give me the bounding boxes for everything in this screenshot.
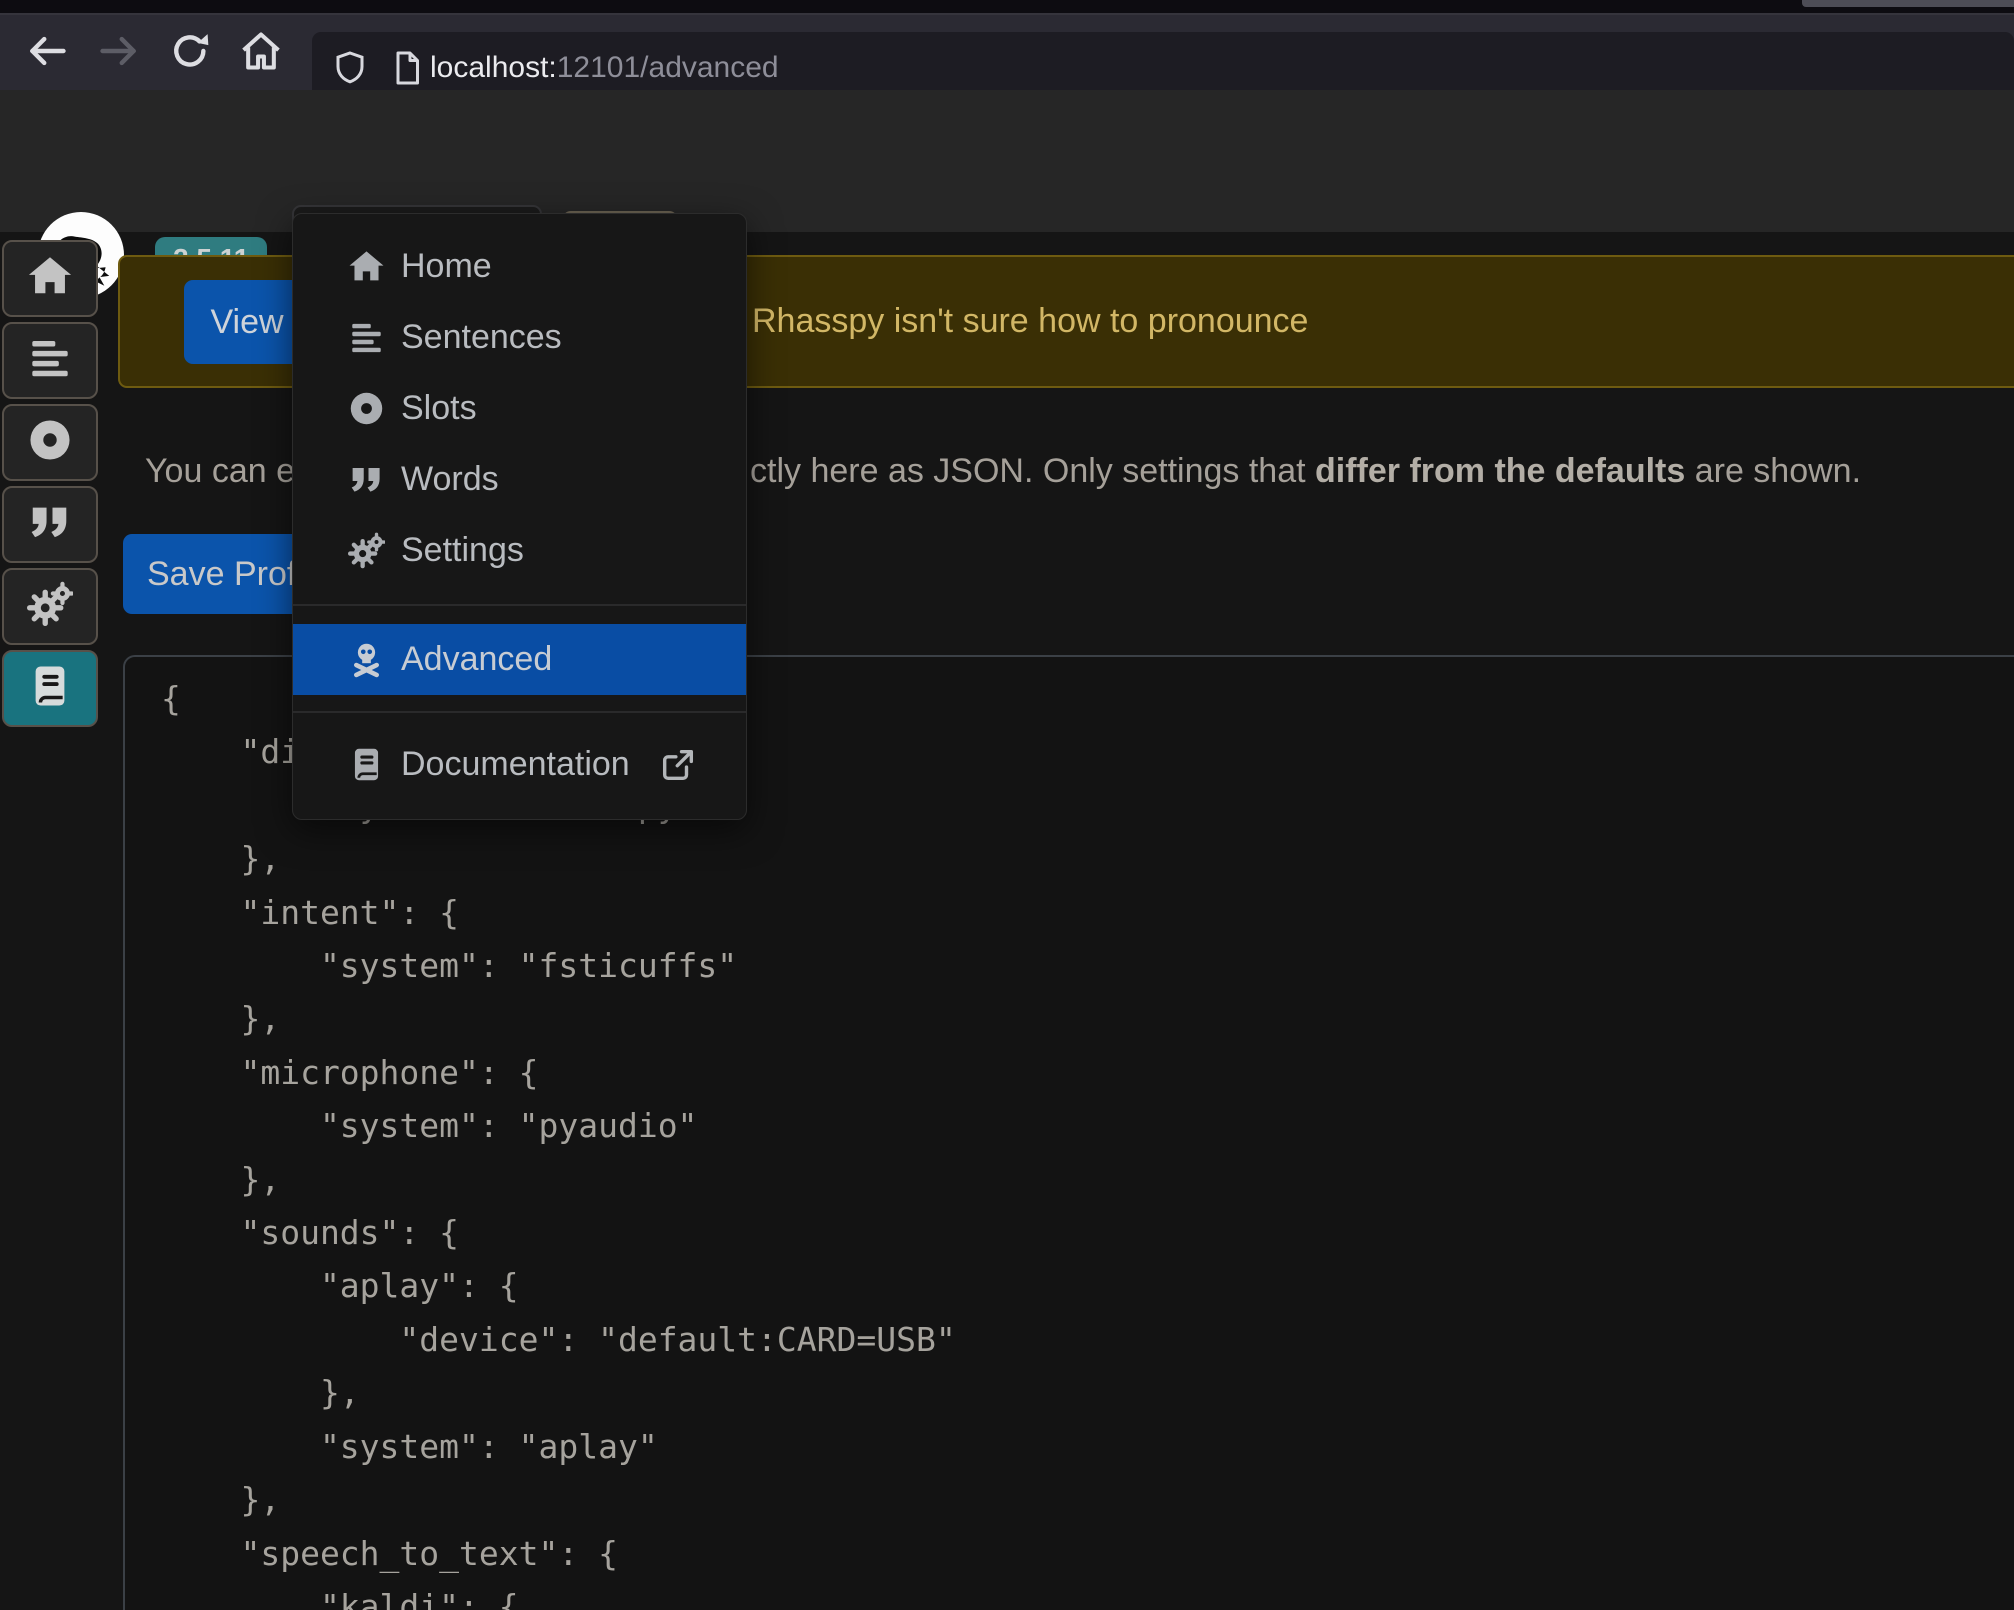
sidebar-item-sentences[interactable] [2,322,98,399]
book-icon [346,745,386,785]
menu-item-slots[interactable]: Slots [293,373,746,444]
code-line: "aplay": { [161,1259,2014,1312]
sentences-icon [27,335,73,386]
intro-text-bold: differ from the defaults [1315,452,1685,490]
screen: localhost:12101/advanced 2.5.11 Advanced… [0,0,2014,1610]
menu-item-label: Home [401,247,492,286]
menu-item-label: Settings [401,531,524,570]
record-icon [346,389,386,429]
back-arrow-icon[interactable] [25,29,69,73]
quote-icon [346,460,386,500]
intro-text-end: are shown. [1685,452,1861,490]
code-line: "system": "fsticuffs" [161,939,2014,992]
code-line: }, [161,1153,2014,1206]
code-line: "speech_to_text": { [161,1527,2014,1580]
code-line: "sounds": { [161,1206,2014,1259]
intro-text-rest: ctly here as JSON. Only settings that di… [750,452,1861,491]
external-link-icon [661,748,695,782]
app-header: 2.5.11 Advanced Log [0,90,2014,232]
code-line: "system": "pyaudio" [161,1099,2014,1152]
sidebar-item-settings[interactable] [2,568,98,645]
shield-icon[interactable] [332,50,368,86]
menu-item-words[interactable]: Words [293,444,746,515]
menu-item-advanced[interactable]: Advanced [293,624,746,695]
code-line: }, [161,1473,2014,1526]
url-path: 12101/advanced [557,51,779,84]
menu-divider [293,604,746,606]
menu-item-label: Advanced [401,640,552,679]
intro-text-middle: ctly here as JSON. Only settings that [750,452,1315,490]
code-line: "device": "default:CARD=USB" [161,1313,2014,1366]
code-line: }, [161,992,2014,1045]
code-line: "kaldi": { [161,1580,2014,1610]
code-line: }, [161,832,2014,885]
sentences-icon [346,318,386,358]
menu-item-label: Words [401,460,499,499]
page-icon[interactable] [389,50,425,86]
code-line: "microphone": { [161,1046,2014,1099]
url-text: localhost:12101/advanced [430,50,779,86]
reload-icon[interactable] [168,29,212,73]
browser-tab-accent [1802,0,2014,7]
view-button-label: View [210,303,283,342]
menu-divider [293,711,746,713]
menu-item-settings[interactable]: Settings [293,515,746,586]
quote-icon [27,499,73,550]
code-line: "system": "aplay" [161,1420,2014,1473]
menu-item-home[interactable]: Home [293,231,746,302]
url-host: localhost: [430,51,557,84]
menu-item-documentation[interactable]: Documentation [293,729,746,800]
intro-text-start: You can e [145,452,295,491]
sidebar-item-home[interactable] [2,240,98,317]
skull-crossbones-icon [346,640,386,680]
menu-item-sentences[interactable]: Sentences [293,302,746,373]
code-line: "intent": { [161,886,2014,939]
book-icon [27,663,73,714]
home-icon[interactable] [239,29,283,73]
forward-arrow-icon[interactable] [97,29,141,73]
home-icon [346,247,386,287]
gears-icon [27,581,73,632]
sidebar-item-advanced[interactable] [2,650,98,727]
menu-item-label: Slots [401,389,477,428]
gears-icon [346,531,386,571]
code-line: }, [161,1366,2014,1419]
home-icon [27,253,73,304]
page-dropdown-menu: Home Sentences Slots Words Settings Adva… [292,213,747,820]
menu-item-label: Sentences [401,318,562,357]
browser-toolbar: localhost:12101/advanced [0,13,2014,90]
alert-message: Rhasspy isn't sure how to pronounce [752,257,1308,386]
menu-item-label: Documentation [401,745,630,784]
browser-tab-strip [0,0,2014,13]
